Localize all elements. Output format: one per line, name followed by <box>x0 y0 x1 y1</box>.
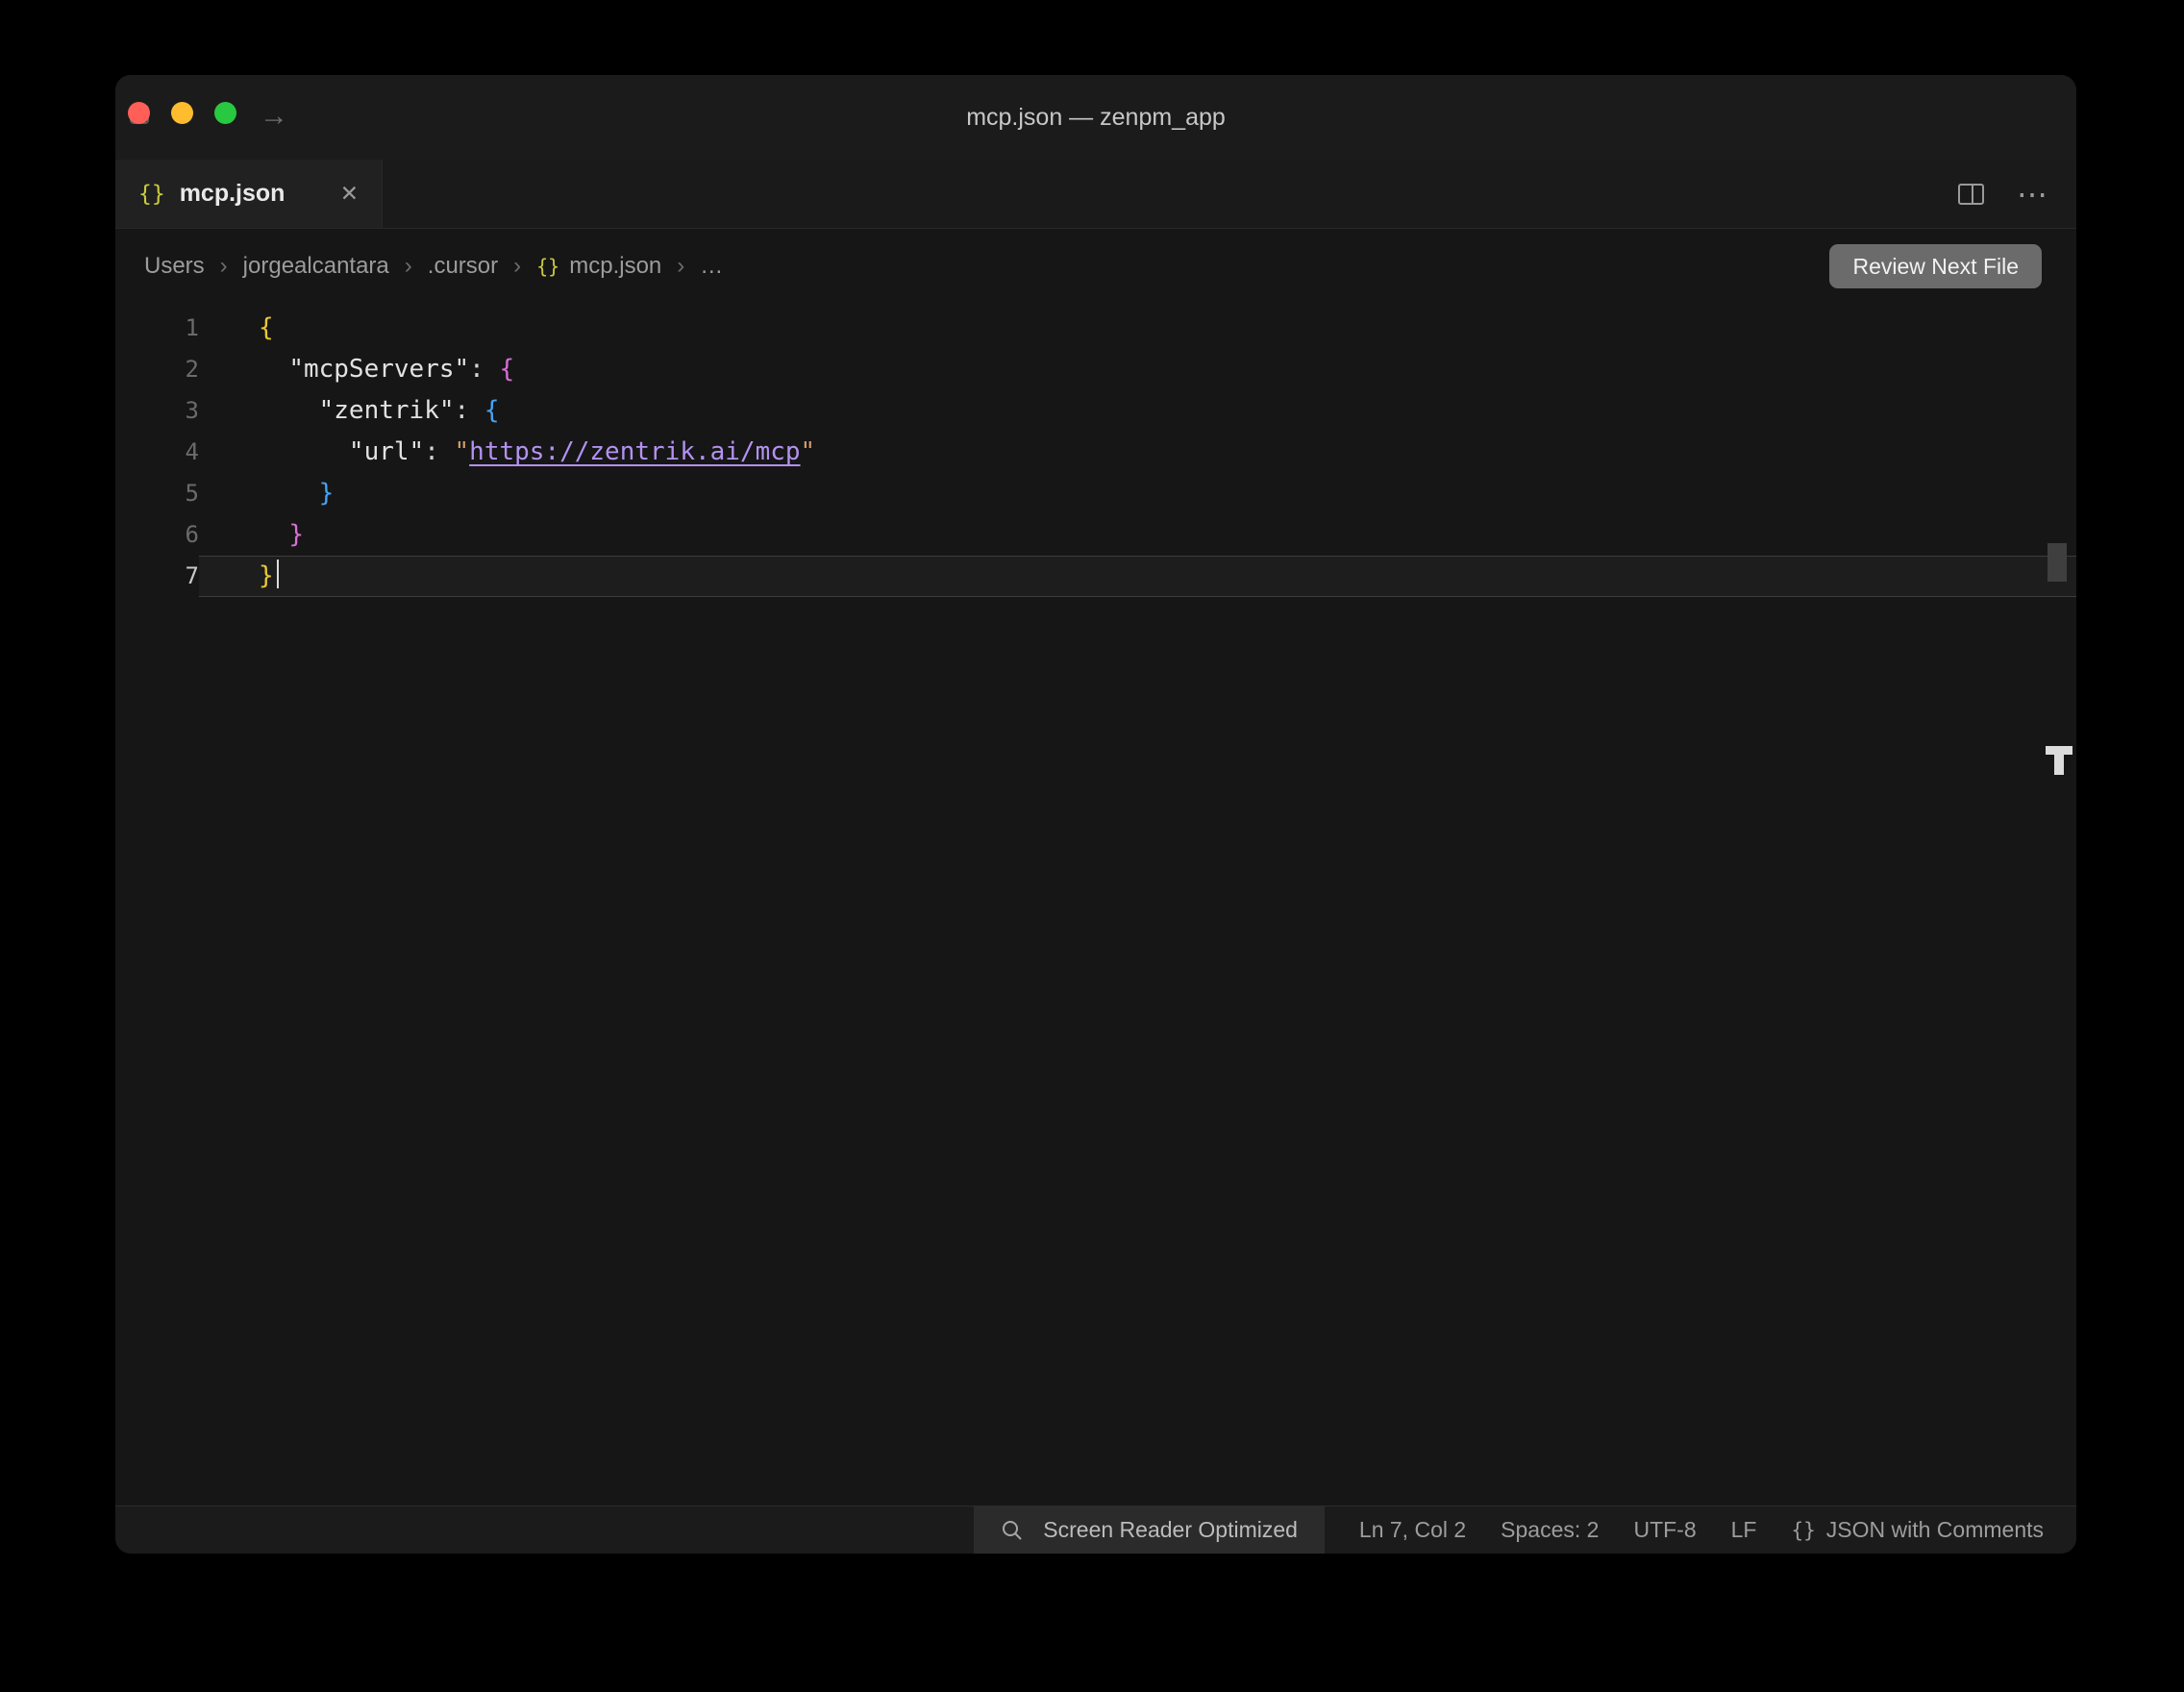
tab-label: mcp.json <box>180 180 285 208</box>
window-title: mcp.json — zenpm_app <box>966 75 1226 160</box>
line-content: "url": "https://zentrik.ai/mcp" <box>199 432 2076 473</box>
breadcrumb-separator: › <box>513 253 521 280</box>
more-actions-icon[interactable]: ⋯ <box>2017 185 2048 204</box>
split-editor-icon[interactable] <box>1958 184 1984 205</box>
breadcrumb-item[interactable]: … <box>700 253 723 280</box>
breadcrumb-separator: › <box>405 253 412 280</box>
status-bar: Screen Reader Optimized Ln 7, Col 2 Spac… <box>115 1505 2076 1554</box>
line-number[interactable]: 4 <box>115 432 199 473</box>
overview-ruler-marker <box>2046 746 2072 775</box>
language-mode-status[interactable]: {} JSON with Comments <box>1791 1517 2044 1543</box>
code-line[interactable]: 3 "zentrik": { <box>115 390 2076 432</box>
editor-window: → mcp.json — zenpm_app {} mcp.json ✕ ⋯ U… <box>115 75 2076 1554</box>
tab-mcp-json[interactable]: {} mcp.json ✕ <box>115 160 383 228</box>
line-number[interactable]: 6 <box>115 514 199 556</box>
json-icon: {} <box>1791 1519 1815 1542</box>
code-line[interactable]: 7} <box>115 556 2076 597</box>
minimize-window-button[interactable] <box>171 102 193 124</box>
line-content: } <box>199 514 2076 556</box>
indentation-status[interactable]: Spaces: 2 <box>1501 1517 1599 1543</box>
magnifier-icon <box>1001 1519 1024 1542</box>
code-line[interactable]: 4 "url": "https://zentrik.ai/mcp" <box>115 432 2076 473</box>
line-number[interactable]: 5 <box>115 473 199 514</box>
breadcrumb-item[interactable]: jorgealcantara <box>243 253 389 280</box>
line-number[interactable]: 3 <box>115 390 199 432</box>
forward-arrow-icon[interactable]: → <box>260 75 288 160</box>
desktop: { "titlebar": { "title": "mcp.json — zen… <box>0 0 2184 1692</box>
breadcrumb-item[interactable]: {}mcp.json <box>536 253 661 280</box>
code-lines: 1{2 "mcpServers": {3 "zentrik": {4 "url"… <box>115 304 2076 597</box>
code-line[interactable]: 2 "mcpServers": { <box>115 349 2076 390</box>
breadcrumb-row: Users › jorgealcantara › .cursor › {}mcp.json ›… <box>115 229 2076 304</box>
screen-reader-label: Screen Reader Optimized <box>1043 1517 1298 1543</box>
text-cursor <box>277 560 279 588</box>
code-line[interactable]: 6 } <box>115 514 2076 556</box>
breadcrumb: Users › jorgealcantara › .cursor › {}mcp.json ›… <box>144 253 723 280</box>
code-line[interactable]: 5 } <box>115 473 2076 514</box>
review-next-file-button[interactable]: Review Next File <box>1829 244 2042 288</box>
editor-pane[interactable]: 1{2 "mcpServers": {3 "zentrik": {4 "url"… <box>115 304 2076 1505</box>
tab-bar-actions: ⋯ <box>1958 160 2076 228</box>
titlebar: → mcp.json — zenpm_app <box>115 75 2076 160</box>
window-controls: → <box>115 75 365 160</box>
json-icon: {} <box>536 255 559 278</box>
cursor-position-status[interactable]: Ln 7, Col 2 <box>1359 1517 1466 1543</box>
breadcrumb-separator: › <box>220 253 228 280</box>
tab-bar: {} mcp.json ✕ ⋯ <box>115 160 2076 229</box>
scrollbar-thumb[interactable] <box>2048 543 2067 582</box>
breadcrumb-item[interactable]: .cursor <box>428 253 498 280</box>
line-number[interactable]: 2 <box>115 349 199 390</box>
language-mode-label: JSON with Comments <box>1826 1517 2044 1543</box>
json-icon: {} <box>138 182 165 207</box>
close-window-button[interactable] <box>128 102 150 124</box>
breadcrumb-separator: › <box>677 253 684 280</box>
code-line[interactable]: 1{ <box>115 308 2076 349</box>
line-number[interactable]: 1 <box>115 308 199 349</box>
encoding-status[interactable]: UTF-8 <box>1633 1517 1696 1543</box>
eol-status[interactable]: LF <box>1731 1517 1757 1543</box>
zoom-window-button[interactable] <box>214 102 236 124</box>
breadcrumb-item[interactable]: Users <box>144 253 205 280</box>
line-content: } <box>199 556 2076 597</box>
screen-reader-status[interactable]: Screen Reader Optimized <box>974 1506 1325 1554</box>
line-content: { <box>199 308 2076 349</box>
close-tab-icon[interactable]: ✕ <box>340 181 359 207</box>
line-content: "zentrik": { <box>199 390 2076 432</box>
line-content: "mcpServers": { <box>199 349 2076 390</box>
line-content: } <box>199 473 2076 514</box>
url-link[interactable]: https://zentrik.ai/mcp <box>469 437 800 466</box>
line-number[interactable]: 7 <box>115 556 199 597</box>
